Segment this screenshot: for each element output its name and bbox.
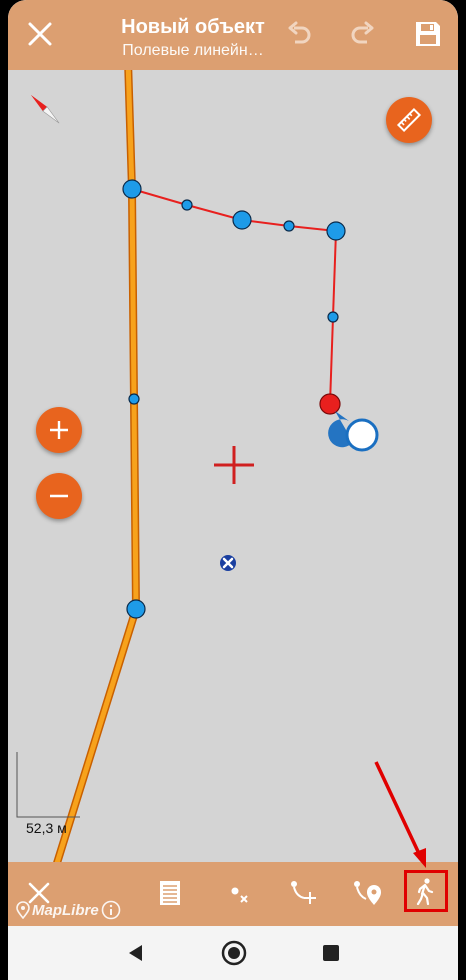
maplibre-label: MapLibre <box>32 901 99 919</box>
midpoint <box>181 199 193 211</box>
selected-vertex <box>319 393 341 415</box>
vertex <box>232 210 252 230</box>
app-bar: Новый объект Полевые линейн… <box>8 0 458 70</box>
info-icon[interactable] <box>101 900 121 920</box>
system-nav-bar <box>8 926 458 980</box>
zoom-in-icon <box>50 421 68 439</box>
map-pin-icon <box>16 901 30 919</box>
scale-label: 52,3 м <box>26 820 67 836</box>
midpoint <box>283 220 295 232</box>
maplibre-attribution[interactable]: MapLibre <box>16 900 121 920</box>
crosshair-icon <box>214 446 254 484</box>
ruler-button[interactable] <box>386 97 432 143</box>
location-marker-icon <box>220 555 236 571</box>
home-icon[interactable] <box>219 938 249 968</box>
map-view[interactable]: 52,3 м <box>8 70 458 862</box>
delete-point-icon <box>231 887 248 903</box>
walk-mode-icon <box>416 878 434 905</box>
walk-mode-button[interactable] <box>404 870 448 912</box>
zoom-out-button[interactable] <box>36 473 82 519</box>
zoom-in-button[interactable] <box>36 407 82 453</box>
add-point-icon <box>291 881 316 904</box>
compass-icon <box>30 94 60 124</box>
back-icon[interactable] <box>120 938 150 968</box>
vertex <box>122 179 142 199</box>
ruler-icon <box>396 107 422 133</box>
recents-icon[interactable] <box>316 938 346 968</box>
add-point-gps-icon <box>354 881 381 905</box>
vertex-drag-handle <box>328 411 379 452</box>
phone-screen: Новый объект Полевые линейн… 52,3 м MapL… <box>8 0 458 980</box>
attributes-button[interactable] <box>145 868 195 918</box>
edit-toolbar: MapLibre <box>8 862 458 926</box>
close-icon[interactable] <box>20 14 60 54</box>
zoom-out-icon <box>50 494 68 498</box>
attributes-icon <box>160 881 180 905</box>
vertex <box>126 599 146 619</box>
delete-point-button[interactable] <box>214 868 264 918</box>
undo-icon[interactable] <box>280 14 320 54</box>
add-point-button[interactable] <box>278 868 328 918</box>
map-canvas <box>16 70 379 862</box>
save-icon[interactable] <box>408 14 448 54</box>
add-point-gps-button[interactable] <box>342 868 392 918</box>
redo-icon[interactable] <box>342 14 382 54</box>
midpoint <box>327 311 339 323</box>
vertex <box>326 221 346 241</box>
midpoint <box>128 393 140 405</box>
